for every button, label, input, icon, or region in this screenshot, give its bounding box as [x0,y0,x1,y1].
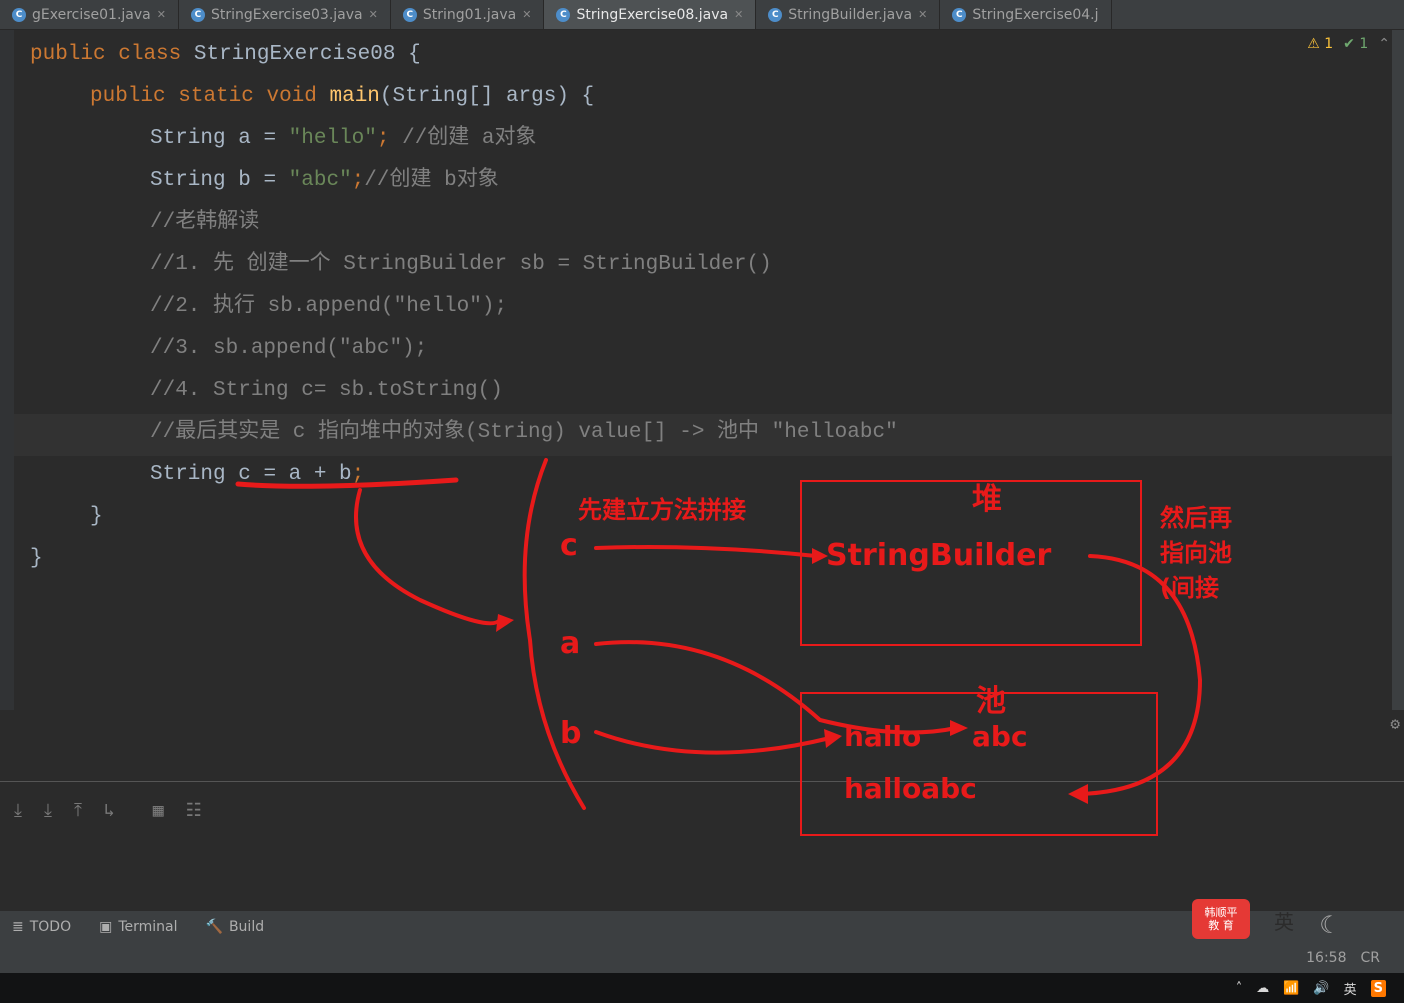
pool-box [800,692,1158,836]
label-b: b [560,716,581,751]
close-icon[interactable]: ✕ [522,8,531,21]
tab-string01[interactable]: C String01.java ✕ [391,0,545,29]
code-line: //2. 执行 sb.append("hello"); [30,286,1404,328]
tab-exercise03[interactable]: C StringExercise03.java ✕ [179,0,391,29]
sogou-icon[interactable]: S [1371,980,1386,997]
tab-label: StringBuilder.java [788,7,912,23]
download-icon-2[interactable]: ⤓ [44,801,52,822]
chevron-up-icon[interactable]: ˄ [1236,981,1243,996]
close-icon[interactable]: ✕ [157,8,166,21]
java-icon: C [191,8,205,22]
editor-tabs: C gExercise01.java ✕ C StringExercise03.… [0,0,1404,30]
label-a: a [560,626,580,661]
code-line: } [30,496,1404,538]
java-icon: C [952,8,966,22]
code-line: //3. sb.append("abc"); [30,328,1404,370]
upload-icon[interactable]: ⤒ [74,801,82,822]
cloud-icon[interactable]: ☁ [1256,981,1269,996]
ime-indicator[interactable]: 英 [1274,906,1294,935]
close-icon[interactable]: ✕ [734,8,743,21]
heap-box [800,480,1142,646]
tab-exercise01[interactable]: C gExercise01.java ✕ [0,0,179,29]
code-line: public class StringExercise08 { [30,34,1404,76]
close-icon[interactable]: ✕ [369,8,378,21]
todo-tab[interactable]: ≣ TODO [12,919,71,935]
hammer-icon: 🔨 [206,919,223,935]
tab-exercise08[interactable]: C StringExercise08.java ✕ [544,0,756,29]
java-icon: C [12,8,26,22]
taskbar-lang[interactable]: 英 [1344,979,1357,998]
status-sep: CR [1360,950,1380,966]
code-line: public static void main(String[] args) { [30,76,1404,118]
tab-label: StringExercise08.java [576,7,728,23]
tab-exercise04[interactable]: C StringExercise04.j [940,0,1111,29]
code-line: //最后其实是 c 指向堆中的对象(String) value[] -> 池中 … [30,412,1404,454]
code-line: String a = "hello"; //创建 a对象 [30,118,1404,160]
brand-badge: 韩顺平 教 育 [1192,899,1250,939]
code-line: String c = a + b; [30,454,1404,496]
tab-label: StringExercise04.j [972,7,1098,23]
gear-icon[interactable]: ⚙ [1390,714,1400,734]
list-icon: ≣ [12,919,24,935]
code-line: //老韩解读 [30,202,1404,244]
os-taskbar: ˄ ☁ 📶 🔊 英 S [0,973,1404,1003]
tab-label: String01.java [423,7,516,23]
status-time: 16:58 [1306,950,1346,966]
terminal-tab[interactable]: ▣ Terminal [99,919,177,935]
table-icon[interactable]: ▦ [153,800,164,822]
code-line: } [30,538,1404,580]
build-tab[interactable]: 🔨 Build [206,919,265,935]
status-bar: 16:58 CR [0,943,1404,973]
code-line: //4. String c= sb.toString() [30,370,1404,412]
tool-output-area: ⤓ ⤓ ⤒ ↳ ▦ ☷ [0,781,1404,911]
code-editor[interactable]: public class StringExercise08 { public s… [0,30,1404,580]
download-icon[interactable]: ⤓ [14,801,22,822]
tab-stringbuilder[interactable]: C StringBuilder.java ✕ [756,0,940,29]
close-icon[interactable]: ✕ [918,8,927,21]
code-line: String b = "abc";//创建 b对象 [30,160,1404,202]
tab-label: gExercise01.java [32,7,151,23]
tab-label: StringExercise03.java [211,7,363,23]
code-line: //1. 先 创建一个 StringBuilder sb = StringBui… [30,244,1404,286]
step-over-icon[interactable]: ↳ [104,800,115,822]
speaker-icon[interactable]: 🔊 [1313,981,1329,996]
terminal-icon: ▣ [99,919,112,935]
grid-icon[interactable]: ☷ [186,800,202,822]
java-icon: C [403,8,417,22]
moon-icon[interactable]: ☾ [1320,911,1334,941]
java-icon: C [768,8,782,22]
java-icon: C [556,8,570,22]
wifi-icon[interactable]: 📶 [1283,981,1299,996]
